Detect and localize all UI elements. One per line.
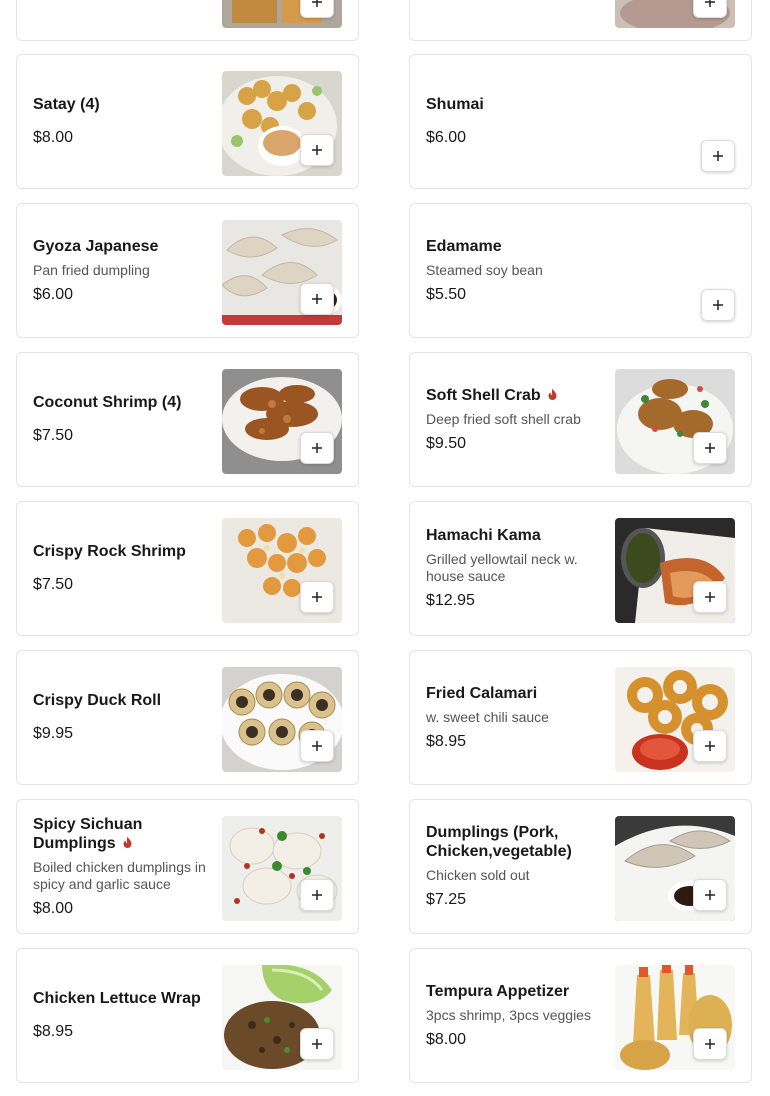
- plus-icon: [312, 1039, 322, 1049]
- menu-item-card[interactable]: Chicken Lettuce Wrap $8.95: [16, 948, 359, 1083]
- item-price: $6.00: [426, 129, 467, 146]
- item-name: Tempura Appetizer: [426, 982, 570, 1000]
- plus-icon: [312, 890, 322, 900]
- menu-item-card[interactable]: Fried Calamari w. sweet chili sauce $8.9…: [409, 650, 752, 785]
- menu-item-card-partial[interactable]: [409, 0, 752, 41]
- item-name: Shumai: [426, 96, 484, 113]
- item-price: $8.00: [33, 899, 74, 917]
- add-to-cart-button[interactable]: [701, 289, 735, 321]
- add-to-cart-button[interactable]: [300, 581, 334, 613]
- menu-item-card[interactable]: Gyoza Japanese Pan fried dumpling $6.00: [16, 203, 359, 338]
- menu-item-card[interactable]: Crispy Duck Roll $9.95: [16, 650, 359, 785]
- add-to-cart-button[interactable]: [693, 581, 727, 613]
- item-price: $6.00: [33, 285, 74, 303]
- chili-flame-icon: [548, 388, 557, 400]
- add-to-cart-button[interactable]: [701, 140, 735, 172]
- item-description: Boiled chicken dumplings in spicy and ga…: [33, 858, 206, 892]
- item-description: 3pcs shrimp, 3pcs veggies: [426, 1006, 591, 1023]
- menu-item-card[interactable]: Dumplings (Pork, Chicken,vegetable) Chic…: [409, 799, 752, 934]
- add-to-cart-button[interactable]: [693, 1028, 727, 1060]
- item-price: $7.50: [33, 576, 74, 593]
- plus-icon: [312, 0, 322, 7]
- plus-icon: [312, 294, 322, 304]
- plus-icon: [312, 443, 322, 453]
- plus-icon: [312, 592, 322, 602]
- item-price: $8.00: [426, 1030, 467, 1048]
- plus-icon: [705, 890, 715, 900]
- item-description: Grilled yellowtail neck w. house sauce: [426, 551, 578, 584]
- item-price: $9.95: [33, 725, 74, 742]
- add-to-cart-button[interactable]: [300, 283, 334, 315]
- item-name: Gyoza Japanese: [33, 237, 159, 255]
- add-to-cart-button[interactable]: [300, 1028, 334, 1060]
- menu-item-card[interactable]: Hamachi Kama Grilled yellowtail neck w. …: [409, 501, 752, 636]
- item-price: $5.50: [426, 285, 467, 303]
- item-description: w. sweet chili sauce: [426, 708, 549, 725]
- item-name: Edamame: [426, 237, 502, 255]
- menu-item-card[interactable]: Satay (4) $8.00: [16, 54, 359, 189]
- add-to-cart-button[interactable]: [300, 432, 334, 464]
- item-description: Pan fried dumpling: [33, 261, 150, 278]
- item-price: $7.25: [426, 891, 467, 908]
- menu-item-card[interactable]: Shumai $6.00: [409, 54, 752, 189]
- menu-item-card[interactable]: Crispy Rock Shrimp $7.50: [16, 501, 359, 636]
- add-to-cart-button[interactable]: [693, 0, 727, 18]
- menu-item-card[interactable]: Tempura Appetizer 3pcs shrimp, 3pcs vegg…: [409, 948, 752, 1083]
- menu-item-card[interactable]: Spicy Sichuan Dumplings Boiled chicken d…: [16, 799, 359, 934]
- add-to-cart-button[interactable]: [300, 730, 334, 762]
- item-name: Spicy Sichuan Dumplings: [33, 815, 143, 852]
- item-price: $8.95: [426, 732, 467, 750]
- item-name: Crispy Duck Roll: [33, 692, 162, 709]
- add-to-cart-button[interactable]: [693, 432, 727, 464]
- menu-item-card[interactable]: Edamame Steamed soy bean $5.50: [409, 203, 752, 338]
- item-price: $9.50: [426, 434, 467, 452]
- item-description: Chicken sold out: [426, 867, 530, 883]
- plus-icon: [312, 741, 322, 751]
- plus-icon: [713, 300, 723, 310]
- plus-icon: [705, 443, 715, 453]
- plus-icon: [705, 0, 715, 7]
- item-name: Fried Calamari: [426, 684, 538, 702]
- add-to-cart-button[interactable]: [693, 879, 727, 911]
- plus-icon: [705, 741, 715, 751]
- plus-icon: [312, 145, 322, 155]
- item-price: $8.00: [33, 129, 74, 146]
- item-name: Crispy Rock Shrimp: [33, 543, 186, 560]
- item-name: Dumplings (Pork, Chicken,vegetable): [426, 824, 572, 860]
- item-description: Steamed soy bean: [426, 261, 543, 278]
- item-name: Satay (4): [33, 96, 100, 113]
- plus-icon: [713, 151, 723, 161]
- item-name: Coconut Shrimp (4): [33, 394, 182, 411]
- add-to-cart-button[interactable]: [693, 730, 727, 762]
- item-name: Chicken Lettuce Wrap: [33, 990, 201, 1007]
- item-price: $8.95: [33, 1023, 74, 1040]
- add-to-cart-button[interactable]: [300, 0, 334, 18]
- item-price: $7.50: [33, 427, 74, 444]
- add-to-cart-button[interactable]: [300, 134, 334, 166]
- plus-icon: [705, 592, 715, 602]
- item-description: Deep fried soft shell crab: [426, 410, 581, 427]
- chili-flame-icon: [123, 836, 132, 848]
- plus-icon: [705, 1039, 715, 1049]
- menu-item-card[interactable]: Coconut Shrimp (4) $7.50: [16, 352, 359, 487]
- add-to-cart-button[interactable]: [300, 879, 334, 911]
- item-price: $12.95: [426, 592, 475, 609]
- item-name: Hamachi Kama: [426, 527, 541, 544]
- menu-item-card[interactable]: Soft Shell Crab Deep fried soft shell cr…: [409, 352, 752, 487]
- menu-item-card-partial[interactable]: [16, 0, 359, 41]
- item-name: Soft Shell Crab: [426, 386, 606, 405]
